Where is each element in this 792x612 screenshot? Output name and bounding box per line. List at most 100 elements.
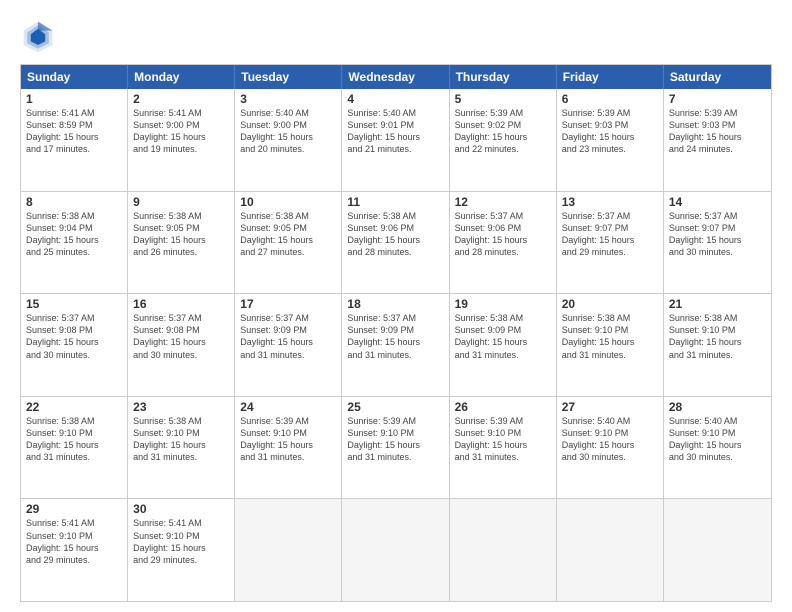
calendar-cell: 14Sunrise: 5:37 AM Sunset: 9:07 PM Dayli…: [664, 192, 771, 294]
day-info: Sunrise: 5:37 AM Sunset: 9:08 PM Dayligh…: [26, 312, 122, 361]
day-info: Sunrise: 5:37 AM Sunset: 9:06 PM Dayligh…: [455, 210, 551, 259]
calendar-cell: 2Sunrise: 5:41 AM Sunset: 9:00 PM Daylig…: [128, 89, 235, 191]
day-info: Sunrise: 5:37 AM Sunset: 9:07 PM Dayligh…: [562, 210, 658, 259]
calendar-cell: 13Sunrise: 5:37 AM Sunset: 9:07 PM Dayli…: [557, 192, 664, 294]
header-day-wednesday: Wednesday: [342, 65, 449, 89]
day-number: 11: [347, 195, 443, 209]
day-number: 19: [455, 297, 551, 311]
header: [20, 18, 772, 54]
calendar-header: SundayMondayTuesdayWednesdayThursdayFrid…: [21, 65, 771, 89]
day-info: Sunrise: 5:38 AM Sunset: 9:09 PM Dayligh…: [455, 312, 551, 361]
calendar-cell: 4Sunrise: 5:40 AM Sunset: 9:01 PM Daylig…: [342, 89, 449, 191]
day-number: 29: [26, 502, 122, 516]
calendar-row: 8Sunrise: 5:38 AM Sunset: 9:04 PM Daylig…: [21, 191, 771, 294]
calendar-row: 29Sunrise: 5:41 AM Sunset: 9:10 PM Dayli…: [21, 498, 771, 601]
calendar-cell: 27Sunrise: 5:40 AM Sunset: 9:10 PM Dayli…: [557, 397, 664, 499]
day-number: 6: [562, 92, 658, 106]
calendar-cell: [557, 499, 664, 601]
day-number: 22: [26, 400, 122, 414]
header-day-sunday: Sunday: [21, 65, 128, 89]
calendar-cell: 18Sunrise: 5:37 AM Sunset: 9:09 PM Dayli…: [342, 294, 449, 396]
generalblue-logo-icon: [20, 18, 56, 54]
day-number: 7: [669, 92, 766, 106]
calendar-cell: 28Sunrise: 5:40 AM Sunset: 9:10 PM Dayli…: [664, 397, 771, 499]
day-info: Sunrise: 5:37 AM Sunset: 9:07 PM Dayligh…: [669, 210, 766, 259]
day-info: Sunrise: 5:37 AM Sunset: 9:09 PM Dayligh…: [240, 312, 336, 361]
day-info: Sunrise: 5:40 AM Sunset: 9:00 PM Dayligh…: [240, 107, 336, 156]
day-number: 15: [26, 297, 122, 311]
day-info: Sunrise: 5:38 AM Sunset: 9:10 PM Dayligh…: [26, 415, 122, 464]
calendar-cell: 23Sunrise: 5:38 AM Sunset: 9:10 PM Dayli…: [128, 397, 235, 499]
day-info: Sunrise: 5:40 AM Sunset: 9:01 PM Dayligh…: [347, 107, 443, 156]
day-info: Sunrise: 5:41 AM Sunset: 9:10 PM Dayligh…: [133, 517, 229, 566]
day-info: Sunrise: 5:41 AM Sunset: 9:00 PM Dayligh…: [133, 107, 229, 156]
day-number: 26: [455, 400, 551, 414]
header-day-saturday: Saturday: [664, 65, 771, 89]
calendar-cell: 6Sunrise: 5:39 AM Sunset: 9:03 PM Daylig…: [557, 89, 664, 191]
calendar-cell: 16Sunrise: 5:37 AM Sunset: 9:08 PM Dayli…: [128, 294, 235, 396]
calendar-cell: 26Sunrise: 5:39 AM Sunset: 9:10 PM Dayli…: [450, 397, 557, 499]
day-number: 16: [133, 297, 229, 311]
page: SundayMondayTuesdayWednesdayThursdayFrid…: [0, 0, 792, 612]
calendar-cell: 30Sunrise: 5:41 AM Sunset: 9:10 PM Dayli…: [128, 499, 235, 601]
calendar-cell: 5Sunrise: 5:39 AM Sunset: 9:02 PM Daylig…: [450, 89, 557, 191]
calendar-cell: 9Sunrise: 5:38 AM Sunset: 9:05 PM Daylig…: [128, 192, 235, 294]
day-number: 17: [240, 297, 336, 311]
day-number: 8: [26, 195, 122, 209]
calendar-cell: 15Sunrise: 5:37 AM Sunset: 9:08 PM Dayli…: [21, 294, 128, 396]
calendar-cell: [664, 499, 771, 601]
calendar-cell: 8Sunrise: 5:38 AM Sunset: 9:04 PM Daylig…: [21, 192, 128, 294]
day-info: Sunrise: 5:37 AM Sunset: 9:08 PM Dayligh…: [133, 312, 229, 361]
day-info: Sunrise: 5:39 AM Sunset: 9:10 PM Dayligh…: [240, 415, 336, 464]
header-day-monday: Monday: [128, 65, 235, 89]
day-number: 25: [347, 400, 443, 414]
day-number: 13: [562, 195, 658, 209]
day-info: Sunrise: 5:38 AM Sunset: 9:06 PM Dayligh…: [347, 210, 443, 259]
day-number: 23: [133, 400, 229, 414]
day-number: 28: [669, 400, 766, 414]
day-number: 20: [562, 297, 658, 311]
day-number: 12: [455, 195, 551, 209]
calendar-cell: 11Sunrise: 5:38 AM Sunset: 9:06 PM Dayli…: [342, 192, 449, 294]
day-number: 10: [240, 195, 336, 209]
calendar-cell: 25Sunrise: 5:39 AM Sunset: 9:10 PM Dayli…: [342, 397, 449, 499]
day-info: Sunrise: 5:37 AM Sunset: 9:09 PM Dayligh…: [347, 312, 443, 361]
calendar-row: 1Sunrise: 5:41 AM Sunset: 8:59 PM Daylig…: [21, 89, 771, 191]
day-info: Sunrise: 5:38 AM Sunset: 9:05 PM Dayligh…: [133, 210, 229, 259]
day-info: Sunrise: 5:38 AM Sunset: 9:10 PM Dayligh…: [562, 312, 658, 361]
day-number: 5: [455, 92, 551, 106]
calendar-row: 15Sunrise: 5:37 AM Sunset: 9:08 PM Dayli…: [21, 293, 771, 396]
calendar-cell: 29Sunrise: 5:41 AM Sunset: 9:10 PM Dayli…: [21, 499, 128, 601]
calendar-cell: 12Sunrise: 5:37 AM Sunset: 9:06 PM Dayli…: [450, 192, 557, 294]
day-info: Sunrise: 5:41 AM Sunset: 9:10 PM Dayligh…: [26, 517, 122, 566]
calendar-cell: 17Sunrise: 5:37 AM Sunset: 9:09 PM Dayli…: [235, 294, 342, 396]
day-number: 21: [669, 297, 766, 311]
day-info: Sunrise: 5:39 AM Sunset: 9:02 PM Dayligh…: [455, 107, 551, 156]
calendar-cell: 22Sunrise: 5:38 AM Sunset: 9:10 PM Dayli…: [21, 397, 128, 499]
day-info: Sunrise: 5:38 AM Sunset: 9:04 PM Dayligh…: [26, 210, 122, 259]
day-info: Sunrise: 5:39 AM Sunset: 9:03 PM Dayligh…: [562, 107, 658, 156]
header-day-tuesday: Tuesday: [235, 65, 342, 89]
day-info: Sunrise: 5:39 AM Sunset: 9:10 PM Dayligh…: [455, 415, 551, 464]
day-info: Sunrise: 5:41 AM Sunset: 8:59 PM Dayligh…: [26, 107, 122, 156]
calendar-cell: [235, 499, 342, 601]
day-number: 30: [133, 502, 229, 516]
calendar-cell: 21Sunrise: 5:38 AM Sunset: 9:10 PM Dayli…: [664, 294, 771, 396]
header-day-thursday: Thursday: [450, 65, 557, 89]
day-number: 1: [26, 92, 122, 106]
day-info: Sunrise: 5:40 AM Sunset: 9:10 PM Dayligh…: [562, 415, 658, 464]
day-number: 2: [133, 92, 229, 106]
day-info: Sunrise: 5:38 AM Sunset: 9:05 PM Dayligh…: [240, 210, 336, 259]
day-number: 27: [562, 400, 658, 414]
day-info: Sunrise: 5:39 AM Sunset: 9:03 PM Dayligh…: [669, 107, 766, 156]
day-info: Sunrise: 5:38 AM Sunset: 9:10 PM Dayligh…: [133, 415, 229, 464]
day-info: Sunrise: 5:38 AM Sunset: 9:10 PM Dayligh…: [669, 312, 766, 361]
calendar-body: 1Sunrise: 5:41 AM Sunset: 8:59 PM Daylig…: [21, 89, 771, 601]
day-number: 4: [347, 92, 443, 106]
day-info: Sunrise: 5:39 AM Sunset: 9:10 PM Dayligh…: [347, 415, 443, 464]
calendar-row: 22Sunrise: 5:38 AM Sunset: 9:10 PM Dayli…: [21, 396, 771, 499]
calendar-cell: 3Sunrise: 5:40 AM Sunset: 9:00 PM Daylig…: [235, 89, 342, 191]
day-number: 9: [133, 195, 229, 209]
calendar-cell: 19Sunrise: 5:38 AM Sunset: 9:09 PM Dayli…: [450, 294, 557, 396]
calendar: SundayMondayTuesdayWednesdayThursdayFrid…: [20, 64, 772, 602]
